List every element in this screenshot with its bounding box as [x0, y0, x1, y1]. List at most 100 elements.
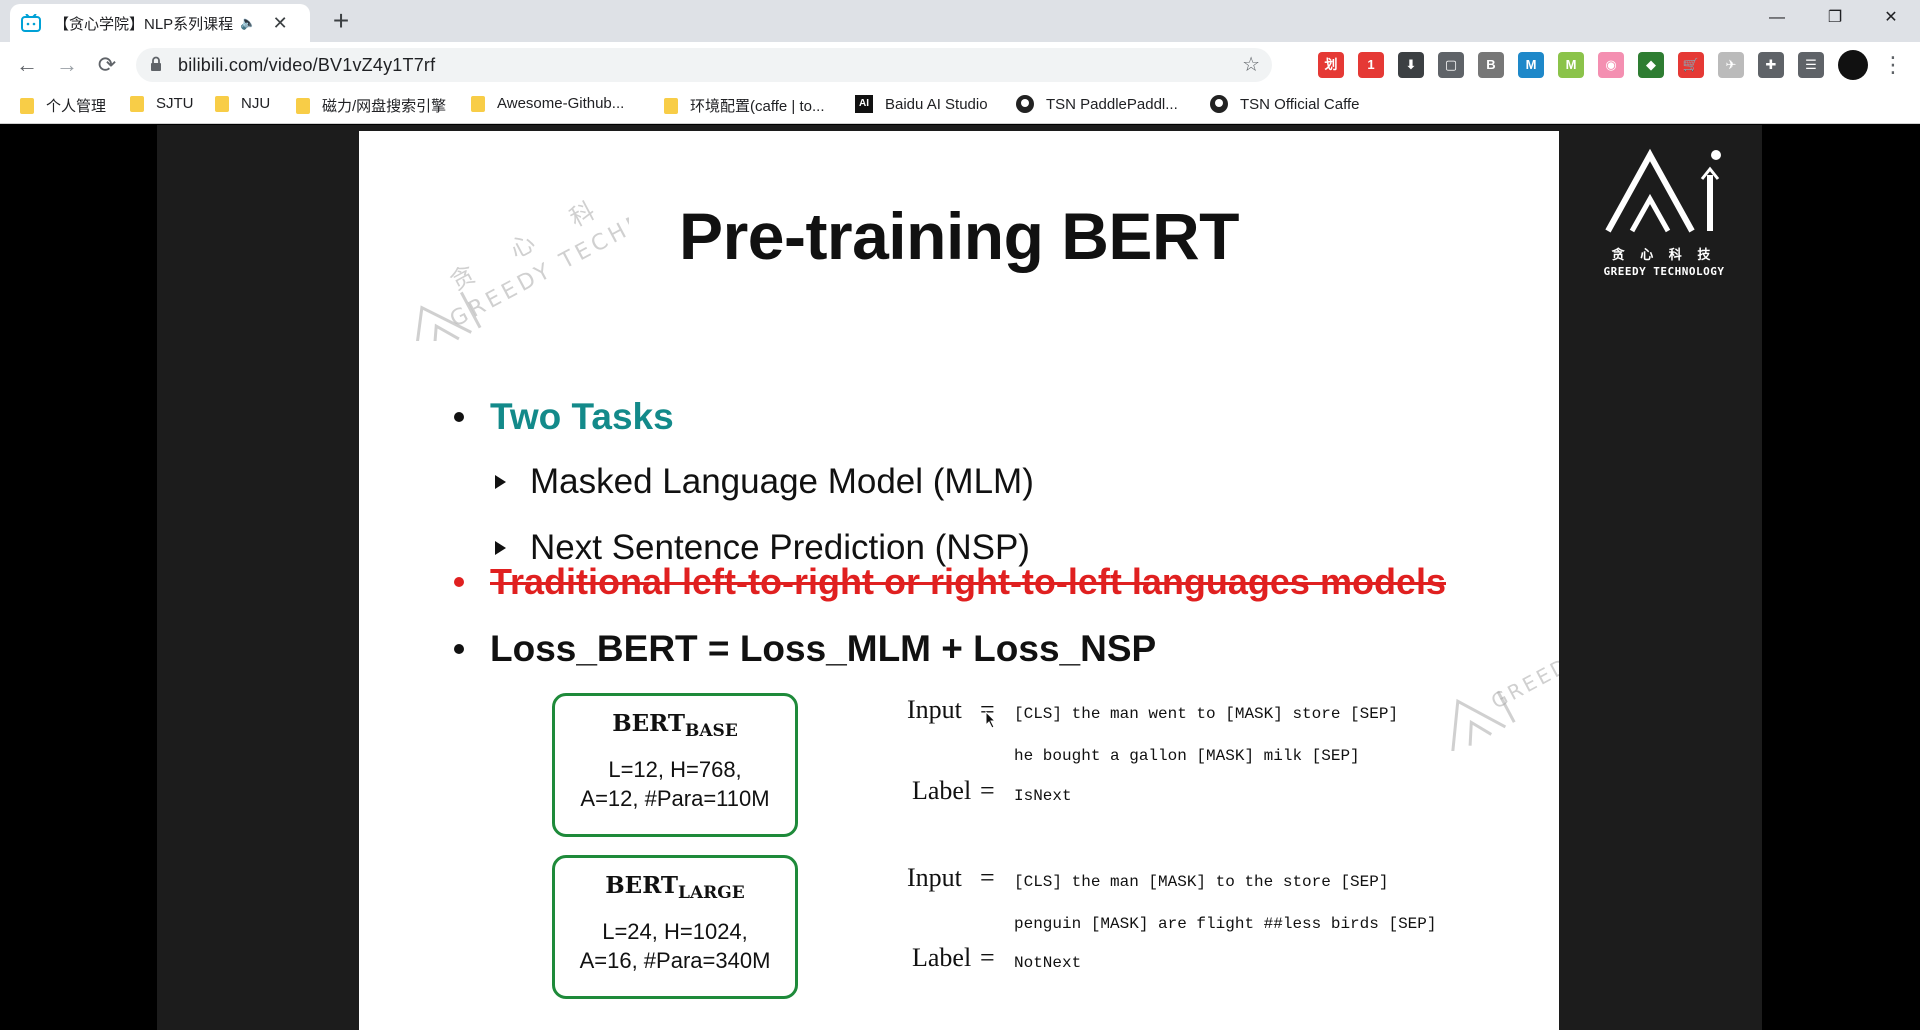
- bookmark-label: NJU: [241, 95, 271, 112]
- bullet-loss: Loss_BERT = Loss_MLM + Loss_NSP: [454, 628, 1156, 670]
- ext-console-icon[interactable]: ▢: [1438, 52, 1464, 78]
- sub-item-mlm: Masked Language Model (MLM): [495, 462, 1034, 502]
- bookmark-item[interactable]: TSN Official Caffe: [1210, 95, 1360, 113]
- active-tab[interactable]: 【贪心学院】NLP系列课程： 🔈 ✕: [10, 4, 310, 42]
- lecture-slide: GREEDY TECHNOLOGY 贪 心 科 技 GREED Pre-trai…: [359, 131, 1573, 1030]
- bookmark-star-icon[interactable]: ☆: [1242, 52, 1260, 77]
- bookmark-label: SJTU: [156, 95, 194, 112]
- bookmark-label: TSN Official Caffe: [1240, 95, 1360, 113]
- input-label-1: Input: [907, 695, 962, 724]
- ext-red-icon[interactable]: 划: [1318, 52, 1344, 78]
- forward-button[interactable]: →: [52, 50, 82, 80]
- equals-sign: =: [980, 943, 995, 972]
- bert-base-box: BERTBASE L=12, H=768, A=12, #Para=110M: [552, 693, 798, 837]
- new-tab-button[interactable]: +: [326, 6, 356, 36]
- bullet-text: Loss_BERT = Loss_MLM + Loss_NSP: [490, 628, 1157, 669]
- bookmark-label: TSN PaddlePaddl...: [1046, 95, 1178, 113]
- bookmark-label: Baidu AI Studio: [885, 95, 988, 113]
- bullet-traditional: Traditional left-to-right or right-to-le…: [454, 561, 1446, 603]
- greedy-ai-logo: 贪 心 科 技 GREEDY TECHNOLOGY: [1602, 145, 1726, 278]
- bullet-dot-icon: [454, 412, 464, 422]
- url-text[interactable]: bilibili.com/video/BV1vZ4y1T7rf: [178, 55, 435, 76]
- input-label-2: Input: [907, 863, 962, 892]
- ai-logo-icon: [1605, 148, 1721, 233]
- bullet-dot-icon: [454, 577, 464, 587]
- logo-cn-text: 贪 心 科 技: [1611, 247, 1717, 262]
- triangle-bullet-icon: [495, 541, 506, 555]
- ext-download-icon[interactable]: ⬇: [1398, 52, 1424, 78]
- ext-playlist-icon[interactable]: ☰: [1798, 52, 1824, 78]
- bullet-text-struck: Traditional left-to-right or right-to-le…: [490, 561, 1446, 602]
- video-player[interactable]: GREEDY TECHNOLOGY 贪 心 科 技 GREED Pre-trai…: [157, 125, 1762, 1030]
- slide-title: Pre-training BERT: [679, 199, 1239, 273]
- github-icon: [1210, 95, 1228, 113]
- folder-icon: [471, 95, 485, 112]
- input-line-1: [CLS] the man [MASK] to the store [SEP]: [1014, 873, 1389, 891]
- browser-toolbar: ← → ⟳ bilibili.com/video/BV1vZ4y1T7rf ☆ …: [0, 42, 1920, 88]
- ext-puzzle-icon[interactable]: ✚: [1758, 52, 1784, 78]
- back-button[interactable]: ←: [12, 50, 42, 80]
- ext-cart-icon[interactable]: 🛒: [1678, 52, 1704, 78]
- bookmark-item[interactable]: TSN PaddlePaddl...: [1016, 95, 1178, 113]
- bookmark-label: Awesome-Github...: [497, 95, 625, 112]
- video-area[interactable]: GREEDY TECHNOLOGY 贪 心 科 技 GREED Pre-trai…: [0, 125, 1920, 1030]
- label-value: IsNext: [1014, 787, 1072, 805]
- reload-button[interactable]: ⟳: [92, 50, 122, 80]
- bookmark-item[interactable]: 磁力/网盘搜索引擎: [296, 95, 446, 116]
- profile-avatar[interactable]: [1838, 50, 1868, 80]
- bookmark-item[interactable]: AI Baidu AI Studio: [855, 95, 988, 113]
- bullet-dot-icon: [454, 644, 464, 654]
- browser-menu-icon[interactable]: ⋮: [1878, 50, 1908, 80]
- github-icon: [1016, 95, 1034, 113]
- address-bar[interactable]: bilibili.com/video/BV1vZ4y1T7rf ☆: [136, 48, 1272, 82]
- restore-button[interactable]: ❐: [1806, 0, 1864, 36]
- bert-large-box: BERTLARGE L=24, H=1024, A=16, #Para=340M: [552, 855, 798, 999]
- ext-base64-icon[interactable]: B: [1478, 52, 1504, 78]
- ext-m-green-icon[interactable]: M: [1558, 52, 1584, 78]
- ext-bird-icon[interactable]: ✈: [1718, 52, 1744, 78]
- bookmark-item[interactable]: SJTU: [130, 95, 194, 112]
- audio-playing-icon[interactable]: 🔈: [240, 15, 256, 31]
- ext-m-blue-icon[interactable]: M: [1518, 52, 1544, 78]
- ai-studio-icon: AI: [855, 95, 873, 113]
- bookmark-label: 个人管理: [46, 98, 107, 115]
- folder-icon: [20, 97, 34, 114]
- bookmark-item[interactable]: 环境配置(caffe | to...: [664, 95, 825, 116]
- mouse-cursor-icon: [985, 711, 997, 729]
- equals-sign: =: [980, 863, 995, 892]
- window-close-button[interactable]: ✕: [1862, 0, 1920, 36]
- bullet-text: Two Tasks: [490, 396, 674, 437]
- logo-en-text: GREEDY TECHNOLOGY: [1603, 265, 1725, 278]
- input-line-1: [CLS] the man went to [MASK] store [SEP]: [1014, 705, 1399, 723]
- box-title: BERTLARGE: [605, 872, 745, 903]
- label-value: NotNext: [1014, 954, 1082, 972]
- sub-text: Masked Language Model (MLM): [530, 462, 1034, 501]
- ext-badge-icon[interactable]: 1: [1358, 52, 1384, 78]
- folder-icon: [664, 97, 678, 114]
- bookmark-item[interactable]: Awesome-Github...: [471, 95, 624, 112]
- ext-color-icon[interactable]: ◆: [1638, 52, 1664, 78]
- bookmark-label: 环境配置(caffe | to...: [690, 98, 825, 115]
- box-title: BERTBASE: [612, 710, 738, 741]
- bilibili-icon: [20, 13, 42, 33]
- equals-sign: =: [980, 776, 995, 805]
- folder-icon: [296, 97, 310, 114]
- bookmark-item[interactable]: NJU: [215, 95, 270, 112]
- ext-bili-icon[interactable]: ◉: [1598, 52, 1624, 78]
- triangle-bullet-icon: [495, 475, 506, 489]
- box-params: L=12, H=768, A=12, #Para=110M: [580, 757, 770, 811]
- label-label-2: Label: [912, 943, 972, 972]
- folder-icon: [215, 95, 229, 112]
- input-line-2: penguin [MASK] are flight ##less birds […: [1014, 915, 1437, 933]
- tab-strip: 【贪心学院】NLP系列课程： 🔈 ✕ + — ❐ ✕: [0, 0, 1920, 42]
- bookmark-item[interactable]: 个人管理: [20, 95, 106, 116]
- bookmarks-bar: 个人管理 SJTU NJU 磁力/网盘搜索引擎 Awesome-Github... 环境配…: [0, 88, 1920, 124]
- lock-icon[interactable]: [150, 56, 162, 72]
- watermark-right: GREED: [1409, 601, 1573, 756]
- greedy-watermark-logo-right-icon: GREED: [1450, 653, 1573, 756]
- tab-close-icon[interactable]: ✕: [270, 13, 290, 34]
- bookmark-label: 磁力/网盘搜索引擎: [322, 98, 447, 115]
- folder-icon: [130, 95, 144, 112]
- minimize-button[interactable]: —: [1748, 0, 1806, 36]
- input-line-2: he bought a gallon [MASK] milk [SEP]: [1014, 747, 1360, 765]
